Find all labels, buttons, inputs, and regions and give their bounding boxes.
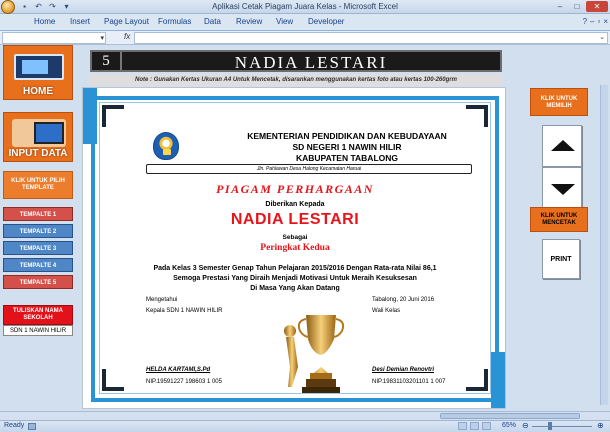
- tab-page-layout[interactable]: Page Layout: [104, 17, 149, 26]
- view-buttons: [458, 422, 491, 430]
- pilih-template-button[interactable]: KLIK UNTUK PILIH TEMPLATE: [3, 171, 73, 199]
- corner-ornament: [102, 369, 124, 391]
- school-name: SD NEGERI 1 NAWIN HILIR: [292, 142, 402, 152]
- corner-ornament: [466, 105, 488, 127]
- page-layout-view-icon[interactable]: [470, 422, 479, 430]
- tab-formulas[interactable]: Formulas: [158, 17, 191, 26]
- status-ready: Ready: [4, 422, 25, 429]
- minimize-button[interactable]: –: [552, 1, 568, 12]
- ribbon-tabs: Home Insert Page Layout Formulas Data Re…: [0, 14, 610, 31]
- certificate: KEMENTERIAN PENDIDIKAN DAN KEBUDAYAAN SD…: [82, 87, 506, 409]
- achievement-line-1: Pada Kelas 3 Semester Genap Tahun Pelaja…: [153, 265, 437, 272]
- right-signature-role: Wali Kelas: [372, 308, 401, 314]
- frame-accent-br: [491, 352, 505, 408]
- rank-text: Peringkat Kedua: [260, 243, 330, 253]
- left-signer-name: HELDA KARTAMI,S.Pd: [146, 367, 211, 373]
- name-box[interactable]: ▾: [2, 32, 106, 44]
- certificate-title: PIAGAM PERHARGAAN: [216, 182, 374, 196]
- previous-record-button[interactable]: [542, 125, 582, 167]
- horizontal-scrollbar[interactable]: [0, 411, 610, 420]
- home-label: HOME: [23, 86, 53, 97]
- status-bar: Ready 65% ⊖ ⊕: [0, 420, 610, 432]
- left-signature-role: Kepala SDN 1 NAWIN HILIR: [146, 308, 223, 314]
- insert-function-button[interactable]: fx: [124, 32, 130, 41]
- tab-insert[interactable]: Insert: [70, 17, 90, 26]
- template-1-button[interactable]: TEMPALTE 1: [3, 207, 73, 221]
- help-icon[interactable]: ?: [583, 17, 587, 26]
- school-logo-icon: [153, 132, 179, 160]
- recipient-name: NADIA LESTARI: [230, 211, 360, 228]
- certificate-body: KEMENTERIAN PENDIDIKAN DAN KEBUDAYAAN SD…: [99, 102, 491, 394]
- vertical-scrollbar[interactable]: [600, 85, 608, 405]
- page-break-view-icon[interactable]: [482, 422, 491, 430]
- tab-view[interactable]: View: [276, 17, 293, 26]
- right-signer-nip: NIP.19831103201101 1 007: [372, 379, 446, 385]
- print-button[interactable]: PRINT: [542, 239, 580, 279]
- klik-mencetak-label: KLIK UNTUK MENCETAK: [530, 207, 588, 232]
- achievement-line-3: Di Masa Yang Akan Datang: [250, 285, 340, 292]
- close-button[interactable]: ✕: [586, 1, 608, 12]
- arrow-up-icon: [551, 140, 575, 151]
- left-signer-nip: NIP.19591227 198603 1 005: [146, 379, 222, 385]
- corner-ornament: [466, 369, 488, 391]
- ministry-name: KEMENTERIAN PENDIDIKAN DAN KEBUDAYAAN: [247, 131, 447, 141]
- horizontal-scroll-thumb[interactable]: [440, 413, 580, 419]
- left-signature-heading: Mengetahui: [146, 297, 178, 303]
- template-2-button[interactable]: TEMPALTE 2: [3, 224, 73, 238]
- right-signature-heading: Tabalong, 20 Juni 2016: [372, 297, 435, 303]
- window-controls: – □ ✕: [552, 1, 608, 12]
- expand-formula-icon[interactable]: ⌄: [599, 33, 605, 41]
- frame-accent-tl: [83, 88, 97, 144]
- window-title: Aplikasi Cetak Piagam Juara Kelas - Micr…: [212, 2, 398, 11]
- achievement-line-2: Semoga Prestasi Yang Diraih Menjadi Moti…: [173, 275, 417, 282]
- input-data-button[interactable]: INPUT DATA: [3, 112, 73, 162]
- maximize-button[interactable]: □: [569, 1, 585, 12]
- computer-icon: [14, 54, 64, 80]
- school-address: Jln. Pahlawan Desa Halong Kecamatan Haru…: [146, 164, 472, 174]
- formula-bar: ▾ fx ⌄: [0, 31, 610, 45]
- zoom-out-icon[interactable]: ⊖: [522, 421, 529, 430]
- template-4-button[interactable]: TEMPALTE 4: [3, 258, 73, 272]
- school-name-cell[interactable]: SDN 1 NAWIN HILIR: [3, 325, 73, 336]
- chevron-down-icon[interactable]: ▾: [100, 34, 104, 42]
- zoom-slider[interactable]: [532, 426, 592, 427]
- klik-memilih-label: KLIK UNTUK MEMILIH: [530, 88, 588, 116]
- workbook-close-icon[interactable]: ×: [603, 17, 608, 26]
- workbook-controls: ? – ▫ ×: [583, 17, 608, 26]
- trophy-icon: [284, 315, 345, 393]
- next-record-button[interactable]: [542, 167, 582, 209]
- normal-view-icon[interactable]: [458, 422, 467, 430]
- person-computer-icon: [12, 119, 66, 147]
- template-5-button[interactable]: TEMPALTE 5: [3, 275, 73, 289]
- zoom-slider-thumb[interactable]: [548, 422, 552, 430]
- workbook-restore-icon[interactable]: ▫: [597, 17, 600, 26]
- tab-data[interactable]: Data: [204, 17, 221, 26]
- macro-record-icon[interactable]: [28, 423, 36, 430]
- given-to-label: Diberikan Kepada: [265, 201, 325, 208]
- regency-name: KABUPATEN TABALONG: [296, 153, 398, 163]
- corner-ornament: [102, 105, 124, 127]
- record-name: NADIA LESTARI: [234, 53, 388, 72]
- print-note: Note : Gunakan Kertas Ukuran A4 Untuk Me…: [90, 74, 502, 86]
- record-header: 5 NADIA LESTARI: [90, 50, 502, 72]
- tab-developer[interactable]: Developer: [308, 17, 344, 26]
- template-3-button[interactable]: TEMPALTE 3: [3, 241, 73, 255]
- zoom-level[interactable]: 65%: [502, 422, 516, 429]
- tab-home[interactable]: Home: [34, 17, 55, 26]
- tab-review[interactable]: Review: [236, 17, 262, 26]
- home-button[interactable]: HOME: [3, 45, 73, 100]
- as-label: Sebagai: [282, 234, 308, 241]
- workbook-minimize-icon[interactable]: –: [590, 17, 594, 26]
- input-data-label: INPUT DATA: [8, 148, 68, 159]
- tulis-nama-sekolah-label: TULISKAN NAMA SEKOLAH: [3, 305, 73, 325]
- record-number[interactable]: 5: [96, 53, 116, 70]
- title-bar: ▪ ↶ ↷ ▾ Aplikasi Cetak Piagam Juara Kela…: [0, 0, 610, 14]
- worksheet: HOME INPUT DATA KLIK UNTUK PILIH TEMPLAT…: [0, 45, 610, 411]
- right-signer-name: Desi Demian Renovtri: [372, 367, 435, 373]
- arrow-down-icon: [551, 184, 575, 195]
- formula-input[interactable]: ⌄: [134, 32, 608, 44]
- zoom-in-icon[interactable]: ⊕: [597, 421, 604, 430]
